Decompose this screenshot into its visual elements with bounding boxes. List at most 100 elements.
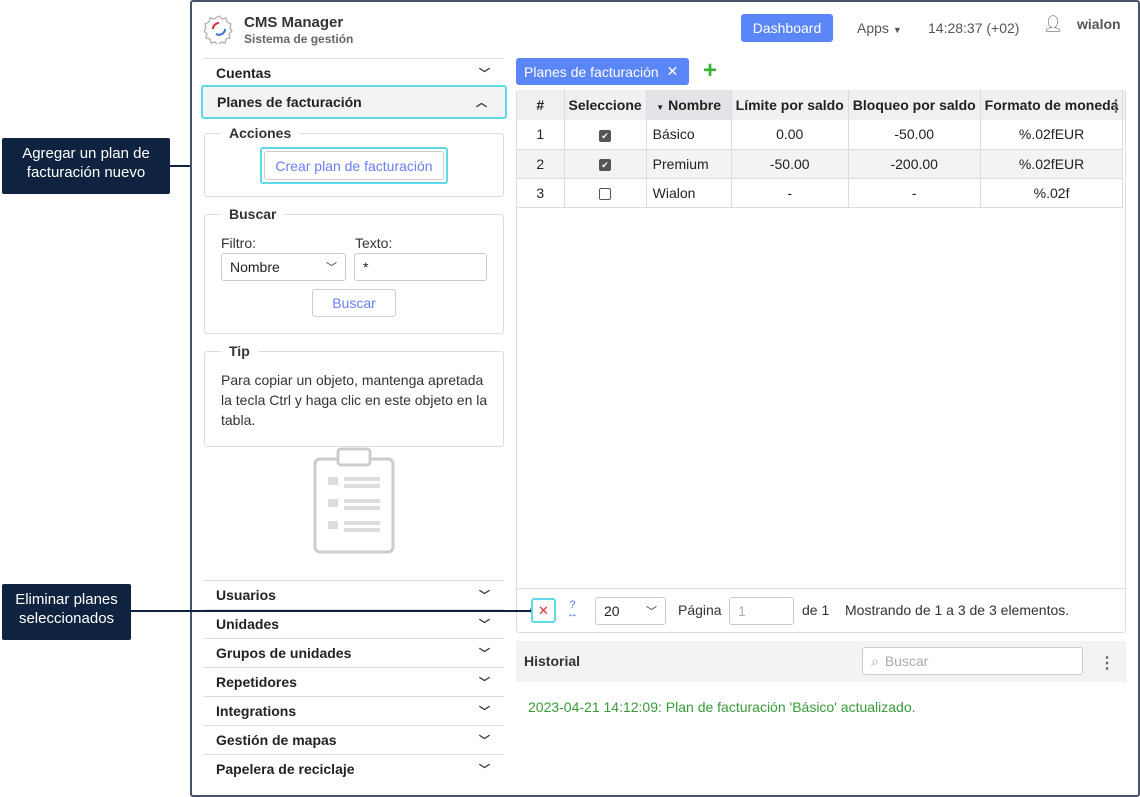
page-size-value: 20 — [604, 603, 620, 619]
label: Gestión de mapas — [216, 732, 337, 748]
cell-number: 2 — [517, 149, 565, 179]
sidebar-item-mapas[interactable]: Gestión de mapas ﹀ — [204, 725, 504, 754]
col-select[interactable]: Seleccione — [564, 90, 647, 120]
label: Integrations — [216, 703, 297, 719]
cell-name: Wialon — [646, 178, 732, 208]
sidebar-item-grupos[interactable]: Grupos de unidades ﹀ — [204, 638, 504, 667]
callout-delete-plans: Eliminar planes seleccionados — [2, 584, 131, 640]
label: Grupos de unidades — [216, 645, 352, 661]
label: Usuarios — [216, 587, 276, 603]
cell-limit: 0.00 — [731, 120, 849, 150]
chevron-down-icon: ﹀ — [479, 648, 490, 660]
chevron-down-icon: ﹀ — [326, 262, 337, 274]
cell-format: %.02fEUR — [980, 120, 1124, 150]
sidebar-item-usuarios[interactable]: Usuarios ﹀ — [204, 580, 504, 609]
create-plan-button[interactable]: Crear plan de facturación — [264, 151, 444, 180]
text-value: * — [363, 259, 369, 275]
cell-format: %.02fEUR — [980, 149, 1124, 179]
chevron-down-icon: ﹀ — [479, 677, 490, 689]
sidebar-item-unidades[interactable]: Unidades ﹀ — [204, 609, 504, 638]
col-name[interactable]: ▼ Nombre — [646, 90, 732, 120]
pager-divider — [517, 588, 1125, 589]
filter-label: Filtro: — [221, 235, 256, 251]
chevron-down-icon: ﹀ — [479, 764, 490, 776]
label: Unidades — [216, 616, 280, 632]
filter-select[interactable]: Nombre ﹀ — [221, 253, 346, 281]
page-value: 1 — [738, 603, 746, 619]
column-width-icon[interactable]: ? ↔ — [567, 600, 578, 620]
col-number[interactable]: # — [517, 90, 565, 120]
chevron-down-icon: ﹀ — [479, 619, 490, 631]
row-checkbox[interactable]: ✔ — [599, 129, 612, 142]
history-search-input[interactable]: ⌕ Buscar — [862, 647, 1083, 675]
search-legend: Buscar — [229, 206, 277, 222]
chevron-up-icon: ︿ — [476, 97, 487, 109]
history-menu-icon[interactable]: ⋮ — [1099, 653, 1115, 673]
logo-icon — [203, 14, 234, 46]
search-button[interactable]: Buscar — [312, 289, 396, 317]
sidebar-item-papelera[interactable]: Papelera de reciclaje ﹀ — [204, 754, 504, 783]
page-of: de 1 — [802, 602, 830, 618]
cell-name: Básico — [646, 120, 732, 150]
table-row[interactable]: 1 ✔ Básico 0.00 -50.00 %.02fEUR — [517, 120, 1124, 150]
apps-menu[interactable]: Apps ▼ — [857, 20, 902, 36]
col-limit[interactable]: Límite por saldo — [731, 90, 849, 120]
page-size-select[interactable]: 20 ﹀ — [595, 597, 666, 625]
cell-name: Premium — [646, 149, 732, 179]
tab-planes[interactable]: Planes de facturación ✕ — [516, 58, 689, 85]
cell-block: - — [848, 178, 981, 208]
history-title: Historial — [524, 653, 581, 669]
plans-table: # Seleccione ▼ Nombre Límite por saldo B… — [517, 90, 1124, 208]
page-input[interactable]: 1 — [729, 597, 794, 625]
col-name-label: Nombre — [668, 97, 722, 113]
col-block[interactable]: Bloqueo por saldo — [848, 90, 981, 120]
cell-number: 3 — [517, 178, 565, 208]
callout-line — [131, 610, 535, 612]
add-tab-plus-icon[interactable]: + — [703, 58, 717, 84]
label: Cuentas — [216, 65, 272, 81]
row-checkbox[interactable]: ✔ — [599, 158, 612, 171]
label: Repetidores — [216, 674, 297, 690]
actions-legend: Acciones — [229, 125, 292, 141]
search-placeholder: Buscar — [884, 653, 929, 669]
apps-label: Apps — [857, 20, 889, 36]
row-checkbox[interactable] — [599, 187, 612, 200]
sidebar-item-planes[interactable]: Planes de facturación ︿ — [201, 85, 507, 119]
history-entry: 2023-04-21 14:12:09: Plan de facturación… — [528, 699, 916, 715]
close-icon[interactable]: ✕ — [667, 63, 679, 80]
columns-menu-icon[interactable]: ⋮ — [1108, 96, 1124, 116]
cell-block: -200.00 — [848, 149, 981, 179]
tip-text: Para copiar un objeto, mantenga apretada… — [221, 372, 488, 428]
chevron-down-icon: ﹀ — [479, 706, 490, 718]
delete-selected-button[interactable]: ✕ — [531, 598, 556, 623]
tip-legend: Tip — [229, 343, 250, 359]
showing-text: Mostrando de 1 a 3 de 3 elementos. — [845, 602, 1070, 618]
chevron-down-icon: ﹀ — [479, 590, 490, 602]
label: Planes de facturación — [217, 94, 362, 110]
text-label: Texto: — [355, 235, 393, 251]
tab-label: Planes de facturación — [524, 63, 659, 80]
filter-value: Nombre — [230, 259, 280, 275]
user-name[interactable]: wialon — [1077, 16, 1121, 32]
cell-number: 1 — [517, 120, 565, 150]
chevron-down-icon: ﹀ — [479, 735, 490, 747]
caret-down-icon: ▼ — [892, 25, 902, 35]
callout-add-plan: Agregar un plan de facturación nuevo — [2, 138, 170, 194]
chevron-down-icon: ﹀ — [479, 68, 490, 80]
app-title: CMS Manager — [244, 14, 344, 31]
table-row[interactable]: 3 Wialon - - %.02f — [517, 178, 1124, 208]
label: Papelera de reciclaje — [216, 761, 355, 777]
page-label: Página — [678, 602, 722, 618]
sidebar-item-repetidores[interactable]: Repetidores ﹀ — [204, 667, 504, 696]
cell-format: %.02f — [980, 178, 1124, 208]
clipboard-icon — [312, 447, 396, 558]
clock: 14:28:37 (+02) — [928, 20, 1020, 36]
text-input[interactable]: * — [354, 253, 487, 281]
dashboard-button[interactable]: Dashboard — [741, 14, 833, 42]
table-row[interactable]: 2 ✔ Premium -50.00 -200.00 %.02fEUR — [517, 149, 1124, 179]
sidebar-item-cuentas[interactable]: Cuentas ﹀ — [204, 58, 504, 87]
sidebar-item-integrations[interactable]: Integrations ﹀ — [204, 696, 504, 725]
search-icon: ⌕ — [871, 652, 879, 669]
user-icon[interactable]: 👤︎ — [1043, 14, 1063, 34]
col-format[interactable]: Formato de moneda — [980, 90, 1124, 120]
